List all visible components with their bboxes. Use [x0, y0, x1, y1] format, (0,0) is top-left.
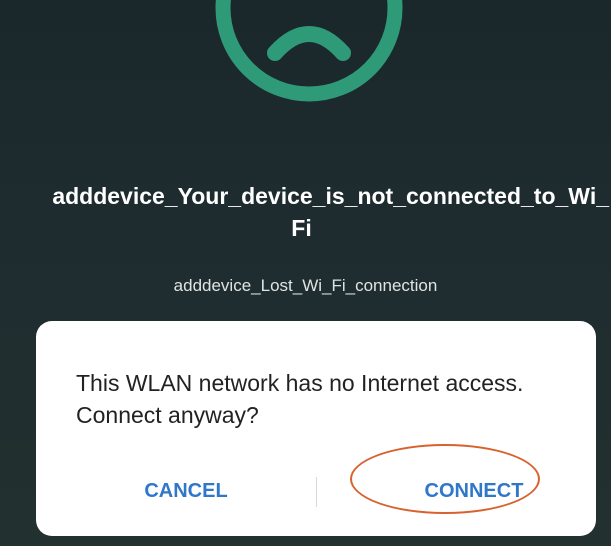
button-divider — [316, 477, 317, 507]
cancel-button[interactable]: CANCEL — [106, 461, 266, 521]
error-title: adddevice_Your_device_is_not_connected_t… — [0, 180, 611, 244]
connect-button[interactable]: CONNECT — [349, 461, 599, 521]
dialog-actions: CANCEL CONNECT — [36, 461, 596, 521]
error-title-line1: adddevice_Your_device_is_not_connected_t… — [52, 183, 609, 209]
error-title-line2: Fi — [291, 215, 312, 241]
app-screen: adddevice_Your_device_is_not_connected_t… — [0, 0, 611, 546]
dialog-message: This WLAN network has no Internet access… — [76, 370, 524, 428]
sad-face-icon — [215, 0, 403, 102]
wlan-dialog: This WLAN network has no Internet access… — [36, 321, 596, 536]
error-subtitle: adddevice_Lost_Wi_Fi_connection — [173, 276, 438, 295]
